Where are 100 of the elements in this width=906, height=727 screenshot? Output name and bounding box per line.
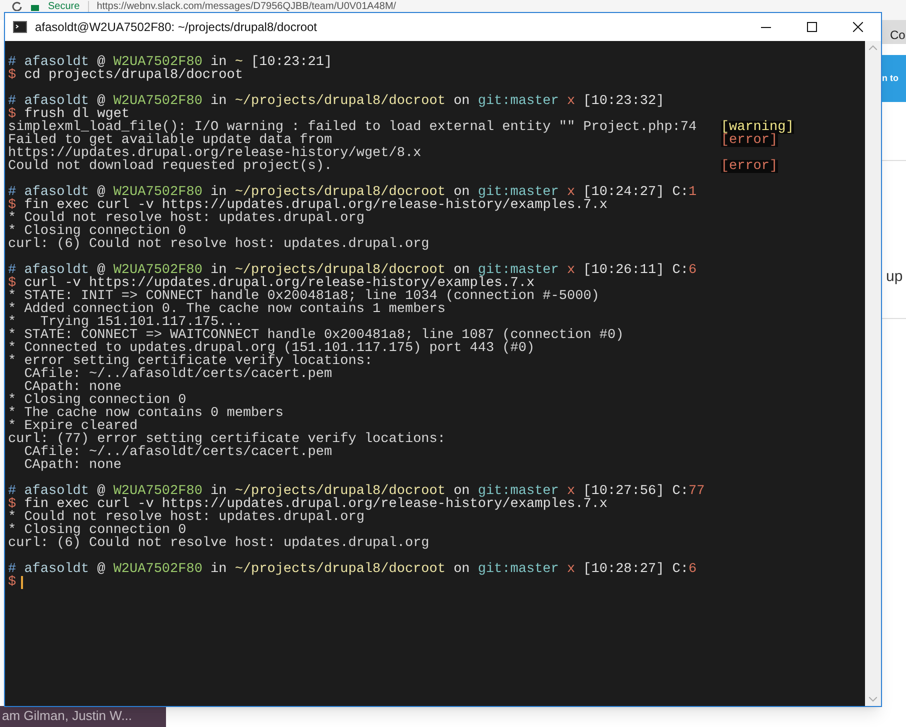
- maximize-icon: [807, 22, 817, 32]
- reload-icon[interactable]: [12, 1, 22, 11]
- prompt-text: on: [454, 264, 470, 277]
- host-name: W2UA7502F80: [113, 95, 202, 108]
- command-text: fin exec curl -v https://updates.drupal.org/release-history/examples.7.x: [24, 199, 608, 212]
- output-line: * Closing connection 0: [8, 225, 186, 238]
- scrollbar[interactable]: [865, 41, 881, 706]
- exit-code: 1: [688, 186, 697, 199]
- prompt-text: in: [210, 56, 227, 69]
- host-name: W2UA7502F80: [113, 563, 202, 576]
- timestamp: [10:24:27]: [583, 186, 664, 199]
- user-name: afasoldt: [24, 264, 90, 277]
- exit-code: 6: [688, 563, 697, 576]
- prompt-symbol: #: [8, 95, 16, 108]
- output-line: https://updates.drupal.org/release-history/wget/8.x: [8, 147, 422, 160]
- scroll-down-icon[interactable]: [869, 697, 877, 702]
- sidebar-item[interactable]: am Gilman, Justin W...: [2, 706, 132, 726]
- prompt-symbol: #: [8, 563, 16, 576]
- output-line: * The cache now contains 0 members: [8, 407, 284, 420]
- prompt-text: in: [210, 186, 227, 199]
- prompt-dollar: $: [8, 576, 16, 589]
- host-name: W2UA7502F80: [113, 264, 202, 277]
- timestamp: [10:23:32]: [583, 95, 664, 108]
- log-level-tag: [error]: [720, 134, 778, 147]
- browser-tab[interactable]: Co: [880, 20, 906, 44]
- dirty-marker: x: [566, 186, 576, 199]
- prompt-text: on: [454, 485, 470, 498]
- output-line: curl: (6) Could not resolve host: updates.drupal.org: [8, 537, 430, 550]
- page-text: up: [886, 267, 903, 287]
- current-path: ~/projects/drupal8/docroot: [234, 95, 446, 108]
- prompt-text: @: [97, 485, 106, 498]
- dirty-marker: x: [566, 485, 576, 498]
- output-line: CAfile: ~/../afasoldt/certs/cacert.pem: [23, 446, 332, 459]
- command-text: cd projects/drupal8/docroot: [24, 69, 243, 82]
- exit-code-label: C:: [672, 485, 688, 498]
- prompt-text: on: [454, 186, 470, 199]
- dirty-marker: x: [566, 264, 576, 277]
- minimize-icon: [761, 26, 771, 28]
- prompt-text: in: [210, 563, 227, 576]
- current-path: ~/projects/drupal8/docroot: [234, 264, 446, 277]
- command-text: fin exec curl -v https://updates.drupal.org/release-history/examples.7.x: [24, 498, 608, 511]
- prompt-dollar: $: [8, 498, 16, 511]
- output-line: CApath: none: [23, 381, 122, 394]
- timestamp: [10:26:11]: [583, 264, 664, 277]
- host-name: W2UA7502F80: [113, 56, 202, 69]
- prompt-symbol: #: [8, 264, 16, 277]
- prompt-text: in: [210, 95, 227, 108]
- log-level-tag: [error]: [720, 160, 778, 173]
- prompt-text: on: [454, 563, 470, 576]
- output-line: CApath: none: [23, 459, 122, 472]
- git-branch: git:master: [478, 264, 559, 277]
- prompt-text: in: [210, 264, 227, 277]
- prompt-dollar: $: [8, 199, 16, 212]
- current-path: ~/projects/drupal8/docroot: [234, 563, 446, 576]
- timestamp: [10:27:56]: [583, 485, 664, 498]
- command-text: frush dl wget: [24, 108, 130, 121]
- git-branch: git:master: [478, 95, 559, 108]
- output-line: simplexml_load_file(): I/O warning : failed to load external entity "" Project.php:74: [8, 121, 697, 134]
- output-line: curl: (77) error setting certificate verify locations:: [8, 433, 446, 446]
- prompt-text: @: [97, 563, 106, 576]
- prompt-dollar: $: [8, 69, 16, 82]
- timestamp: [10:28:27]: [583, 563, 664, 576]
- user-name: afasoldt: [24, 95, 90, 108]
- prompt-symbol: #: [8, 56, 16, 69]
- output-line: * Connected to updates.drupal.org (151.101.117.175) port 443 (#0): [8, 342, 535, 355]
- output-line: * Could not resolve host: updates.drupal.org: [8, 212, 364, 225]
- user-name: afasoldt: [24, 563, 90, 576]
- output-line: * Closing connection 0: [8, 524, 186, 537]
- command-text: curl -v https://updates.drupal.org/release-history/examples.7.x: [24, 277, 535, 290]
- output-line: Could not download requested project(s).: [8, 160, 332, 173]
- timestamp: [10:23:21]: [251, 56, 332, 69]
- output-line: curl: (6) Could not resolve host: updates.drupal.org: [8, 238, 430, 251]
- output-line: * Trying 151.101.117.175...: [8, 316, 243, 329]
- prompt-symbol: #: [8, 186, 16, 199]
- current-path: ~: [234, 56, 243, 69]
- git-branch: git:master: [478, 485, 559, 498]
- exit-code-label: C:: [672, 264, 688, 277]
- prompt-text: @: [97, 186, 106, 199]
- dirty-marker: x: [566, 95, 576, 108]
- user-name: afasoldt: [24, 56, 90, 69]
- exit-code-label: C:: [672, 563, 688, 576]
- window-title: afasoldt@W2UA7502F80: ~/projects/drupal8/docroot: [35, 19, 318, 36]
- user-name: afasoldt: [24, 485, 90, 498]
- scroll-up-icon[interactable]: [869, 45, 877, 50]
- security-label: Secure: [48, 1, 80, 12]
- output-line: CAfile: ~/../afasoldt/certs/cacert.pem: [23, 368, 332, 381]
- output-line: * STATE: INIT => CONNECT handle 0x200481a8; line 1034 (connection #-5000): [8, 290, 600, 303]
- prompt-dollar: $: [8, 108, 16, 121]
- prompt-text: on: [454, 95, 470, 108]
- banner-text: n to: [882, 72, 898, 85]
- prompt-text: @: [97, 95, 106, 108]
- prompt-text: @: [97, 56, 106, 69]
- prompt-dollar: $: [8, 277, 16, 290]
- user-name: afasoldt: [24, 186, 90, 199]
- prompt-symbol: #: [8, 485, 16, 498]
- host-name: W2UA7502F80: [113, 186, 202, 199]
- output-line: * Expire cleared: [8, 420, 138, 433]
- dirty-marker: x: [566, 563, 576, 576]
- output-line: * Closing connection 0: [8, 394, 186, 407]
- prompt-text: @: [97, 264, 106, 277]
